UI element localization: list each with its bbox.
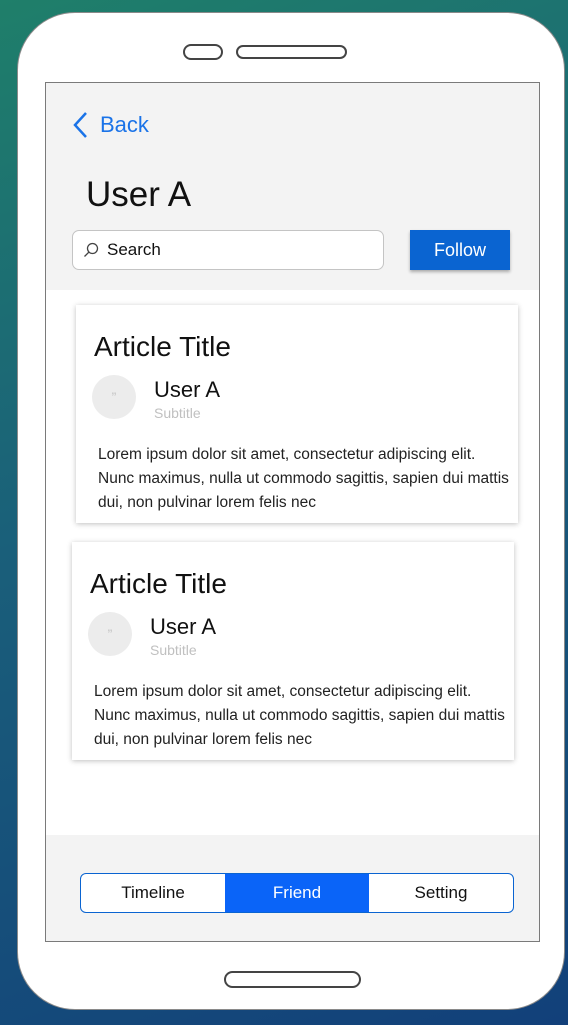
speaker-icon	[236, 45, 347, 59]
article-card[interactable]: Article Title ” User A Subtitle Lorem ip…	[72, 542, 514, 760]
avatar: ”	[88, 612, 132, 656]
search-box[interactable]	[72, 230, 384, 270]
article-list: Article Title ” User A Subtitle Lorem ip…	[46, 290, 539, 835]
tab-friend[interactable]: Friend	[225, 874, 369, 912]
search-icon	[84, 242, 99, 257]
article-body: Lorem ipsum dolor sit amet, consectetur …	[94, 683, 505, 748]
tab-setting[interactable]: Setting	[369, 874, 513, 912]
article-title: Article Title	[90, 568, 227, 599]
article-card[interactable]: Article Title ” User A Subtitle Lorem ip…	[76, 305, 518, 523]
article-subtitle: Subtitle	[154, 405, 201, 421]
search-input[interactable]	[105, 239, 369, 261]
bottom-bar: Timeline Friend Setting	[46, 835, 539, 941]
home-button[interactable]	[224, 971, 361, 988]
chevron-left-icon	[73, 112, 87, 138]
article-title: Article Title	[94, 331, 231, 362]
article-author: User A	[150, 614, 217, 639]
page-title: User A	[86, 175, 192, 214]
camera-icon	[183, 44, 223, 60]
back-label: Back	[100, 112, 149, 137]
screen: Back User A Follow Article Title ” User …	[45, 82, 540, 942]
article-body: Lorem ipsum dolor sit amet, consectetur …	[98, 446, 509, 511]
tab-bar: Timeline Friend Setting	[80, 873, 514, 913]
article-author: User A	[154, 377, 221, 402]
back-button[interactable]: Back	[72, 111, 149, 139]
tab-timeline[interactable]: Timeline	[81, 874, 225, 912]
avatar: ”	[92, 375, 136, 419]
phone-frame: Back User A Follow Article Title ” User …	[17, 12, 565, 1010]
follow-button[interactable]: Follow	[410, 230, 510, 270]
article-subtitle: Subtitle	[150, 642, 197, 658]
